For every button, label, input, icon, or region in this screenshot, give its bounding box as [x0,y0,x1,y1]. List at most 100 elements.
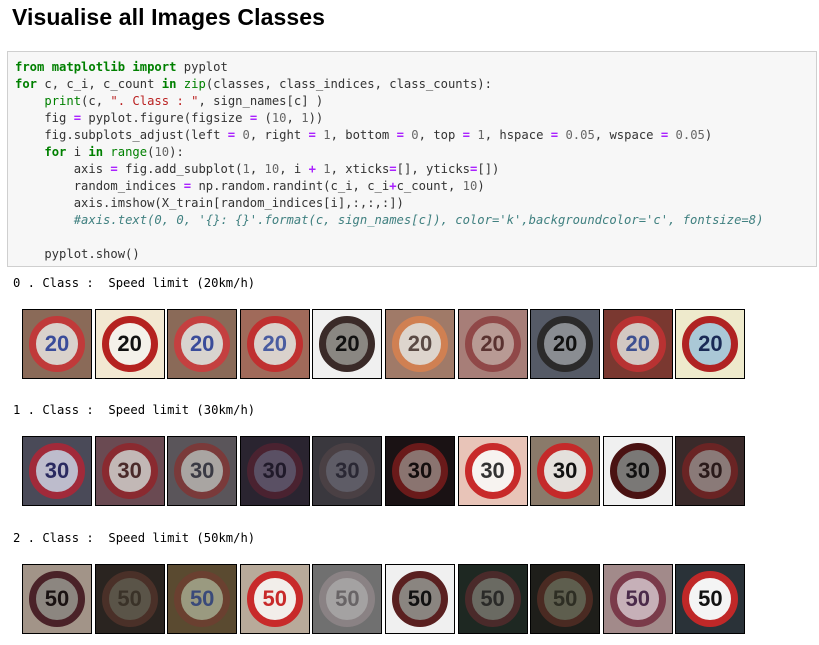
sign-digits: 50 [698,586,723,611]
speed-limit-sign: 30 [29,443,85,499]
sign-digits: 30 [335,458,360,483]
sign-thumbnail: 20 [239,309,310,379]
sign-thumbnail: 20 [675,309,746,379]
sign-thumbnail: 20 [312,309,383,379]
sign-thumbnail: 30 [167,436,238,506]
sign-digits: 30 [262,458,288,483]
sign-digits: 50 [44,586,70,611]
sign-digits: 50 [625,586,650,611]
sign-thumbnail: 30 [675,436,746,506]
sign-thumbnail: 30 [384,436,455,506]
speed-limit-sign: 50 [174,571,231,627]
sign-thumbnail: 20 [602,309,673,379]
code-editor[interactable]: from matplotlib import pyplot for c, c_i… [15,59,763,263]
sign-thumbnail: 30 [530,436,601,506]
speed-limit-sign: 30 [537,443,594,499]
sign-thumbnail: 50 [94,564,165,634]
sign-digits: 30 [44,458,70,483]
thumbnail-row: 50 50 50 50 50 50 50 50 50 50 [22,564,748,634]
speed-limit-sign: 20 [464,316,521,372]
speed-limit-sign: 20 [174,316,231,372]
code-line[interactable]: #axis.text(0, 0, '{}: {}'.format(c, sign… [15,213,764,227]
sign-thumbnail: 30 [312,436,383,506]
speed-limit-sign: 20 [319,316,376,372]
notebook-heading: Visualise all Images Classes [12,4,326,30]
sign-digits: 50 [407,586,433,611]
sign-thumbnail: 20 [167,309,238,379]
sign-thumbnail: 50 [602,564,673,634]
code-line[interactable]: for c, c_i, c_count in zip(classes, clas… [15,77,492,91]
sign-digits: 30 [480,458,505,483]
sign-digits: 30 [117,458,142,483]
speed-limit-sign: 20 [609,316,666,372]
sign-digits: 20 [335,331,360,356]
sign-thumbnail: 20 [530,309,601,379]
speed-limit-sign: 30 [174,443,231,499]
output-text: 2 . Class : Speed limit (50km/h) [13,531,256,545]
sign-digits: 30 [552,458,578,483]
sign-thumbnail: 20 [94,309,165,379]
code-line[interactable]: fig = pyplot.figure(figsize = (10, 1)) [15,111,323,125]
speed-limit-sign: 50 [101,571,158,627]
sign-thumbnail: 20 [457,309,528,379]
speed-limit-sign: 20 [537,316,594,372]
sign-digits: 20 [262,331,288,356]
speed-limit-sign: 30 [391,443,448,499]
sign-thumbnail: 20 [384,309,455,379]
output-text: 1 . Class : Speed limit (30km/h) [13,403,256,417]
output-text: 0 . Class : Speed limit (20km/h) [13,276,256,290]
sign-digits: 30 [698,458,723,483]
speed-limit-sign: 30 [682,443,739,499]
sign-digits: 20 [552,331,578,356]
speed-limit-sign: 20 [29,316,85,372]
speed-limit-sign: 50 [246,571,303,627]
sign-digits: 20 [698,331,723,356]
code-line[interactable]: axis = fig.add_subplot(1, 10, i + 1, xti… [15,162,500,176]
sign-digits: 20 [625,331,650,356]
sign-digits: 20 [117,331,142,356]
code-line[interactable]: for i in range(10): [15,145,183,159]
speed-limit-sign: 30 [101,443,158,499]
thumbnail-row: 30 30 30 30 30 30 30 30 30 30 [22,436,748,506]
sign-thumbnail: 50 [530,564,601,634]
code-cell[interactable]: from matplotlib import pyplot for c, c_i… [7,51,817,267]
sign-digits: 20 [44,331,70,356]
code-line[interactable]: from matplotlib import pyplot [15,60,228,74]
sign-digits: 20 [480,331,505,356]
speed-limit-sign: 30 [609,443,666,499]
sign-digits: 50 [552,586,578,611]
sign-digits: 50 [480,586,505,611]
sign-thumbnail: 50 [384,564,455,634]
sign-digits: 30 [407,458,433,483]
sign-digits: 30 [189,458,215,483]
code-line[interactable]: pyplot.show() [15,247,139,261]
sign-thumbnail: 50 [22,564,92,634]
code-line[interactable]: random_indices = np.random.randint(c_i, … [15,179,485,193]
code-line[interactable]: print(c, ". Class : ", sign_names[c] ) [15,94,323,108]
sign-thumbnail: 30 [602,436,673,506]
sign-digits: 50 [335,586,360,611]
sign-thumbnail: 30 [239,436,310,506]
sign-thumbnail: 50 [675,564,746,634]
sign-thumbnail: 30 [457,436,528,506]
sign-digits: 20 [407,331,433,356]
speed-limit-sign: 50 [537,571,594,627]
speed-limit-sign: 50 [391,571,448,627]
code-line[interactable]: fig.subplots_adjust(left = 0, right = 1,… [15,128,712,142]
thumbnail-row: 20 20 20 20 20 20 20 20 20 20 [22,309,748,379]
speed-limit-sign: 20 [246,316,303,372]
code-line[interactable]: axis.imshow(X_train[random_indices[i],:,… [15,196,404,210]
sign-digits: 50 [189,586,215,611]
sign-thumbnail: 50 [457,564,528,634]
speed-limit-sign: 20 [391,316,448,372]
sign-digits: 50 [117,586,142,611]
sign-thumbnail: 50 [312,564,383,634]
sign-thumbnail: 50 [239,564,310,634]
sign-thumbnail: 30 [22,436,92,506]
speed-limit-sign: 50 [464,571,521,627]
sign-digits: 30 [625,458,650,483]
speed-limit-sign: 20 [682,316,739,372]
speed-limit-sign: 50 [319,571,376,627]
sign-thumbnail: 30 [94,436,165,506]
speed-limit-sign: 30 [319,443,376,499]
